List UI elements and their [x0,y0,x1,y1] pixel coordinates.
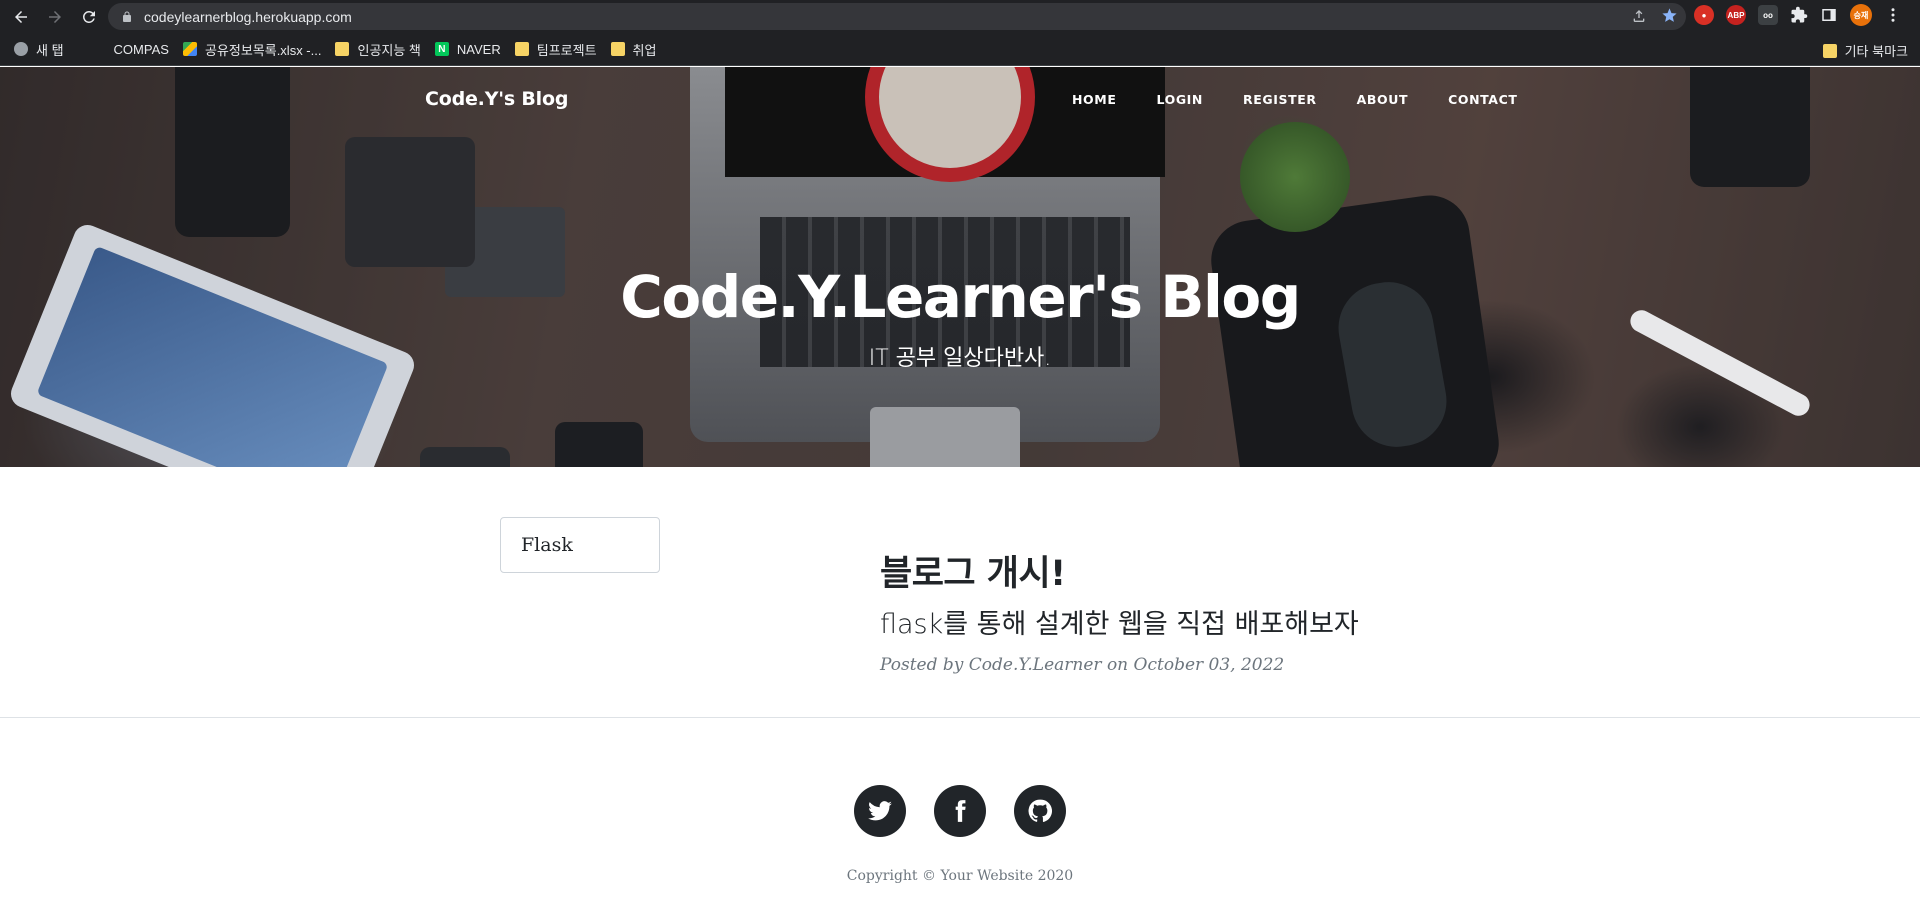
lock-icon [120,10,134,24]
naver-icon: N [434,42,449,56]
nav-link-login[interactable]: LOGIN [1156,92,1203,107]
folder-icon [335,42,350,56]
adblock-plus-label: ABP [1727,10,1745,20]
device-shape [345,137,475,267]
omnibox-actions [1631,7,1678,24]
category-filter-value: Flask [521,534,573,556]
twitter-link[interactable] [854,785,906,837]
site-subtitle: IT 공부 일상다반사. [868,346,1052,371]
back-arrow-icon [15,10,27,23]
bookmark-item[interactable]: 새 탭 [14,40,64,59]
divider [0,717,1920,718]
extension-box-icon[interactable]: oo [1758,5,1778,25]
folder-icon [1822,43,1837,58]
nav-link-register[interactable]: REGISTER [1243,92,1317,107]
reload-icon [82,10,95,23]
facebook-icon [955,800,966,822]
bookmark-item[interactable]: COMPAS [92,42,169,57]
phone-shape [555,422,643,467]
profile-avatar[interactable]: 승재 [1850,4,1872,26]
extensions-area: ● ABP oo 승재 [1694,4,1902,26]
post-subtitle[interactable]: flask를 통해 설계한 웹을 직접 배포해보자 [880,602,1520,641]
twitter-icon [868,801,892,821]
folder-icon [610,42,625,56]
folder-icon [514,42,529,56]
navbar-brand[interactable]: Code.Y's Blog [425,88,568,110]
bookmark-label: 공유정보목록.xlsx -... [204,42,322,58]
browser-toolbar: codeylearnerblog.herokuapp.com ● ABP oo … [0,0,1920,33]
nav-link-contact[interactable]: CONTACT [1448,92,1517,107]
adblock-plus-icon[interactable]: ABP [1726,5,1746,25]
post-meta: Posted by Code.Y.Learner on October 03, … [880,655,1285,675]
nav-links: HOME LOGIN REGISTER ABOUT CONTACT [1072,92,1558,107]
bookmark-label: COMPAS [113,41,169,57]
plant-shape [1240,122,1350,232]
url-text: codeylearnerblog.herokuapp.com [144,8,352,25]
globe-icon [14,42,28,56]
blank-page-icon [92,42,106,56]
kebab-menu-icon[interactable] [1884,6,1902,24]
google-drive-icon [182,42,197,56]
share-icon[interactable] [1631,8,1647,24]
post-title[interactable]: 블로그 개시! [880,545,1520,596]
trackpad-shape [870,407,1020,467]
phone-shape [420,447,510,467]
bookmark-label: 새 탭 [36,42,64,58]
bookmark-star-icon[interactable] [1661,7,1678,24]
bookmark-item[interactable]: N NAVER [434,41,501,57]
facebook-link[interactable] [934,785,986,837]
github-icon [1028,799,1053,822]
bookmark-folder[interactable]: 취업 [610,40,657,59]
back-button[interactable] [8,4,34,30]
bookmark-label: NAVER [456,41,501,57]
extension-red-icon[interactable]: ● [1694,5,1714,25]
site-title: Code.Y.Learner's Blog [620,263,1301,331]
site-navbar: Code.Y's Blog HOME LOGIN REGISTER ABOUT … [0,67,1920,131]
bookmark-label: 인공지능 책 [357,42,421,58]
forward-arrow-icon [49,10,61,23]
bookmarks-bar: 새 탭 COMPAS 공유정보목록.xlsx -... 인공지능 책 N NAV… [0,33,1920,66]
profile-avatar-label: 승재 [1853,10,1869,20]
address-bar[interactable]: codeylearnerblog.herokuapp.com [108,3,1686,30]
bookmark-label: 팀프로젝트 [536,42,597,58]
forward-button[interactable] [42,4,68,30]
other-bookmarks[interactable]: 기타 북마크 [1822,41,1908,60]
side-panel-icon[interactable] [1820,6,1838,24]
site-heading: Code.Y.Learner's Blog IT 공부 일상다반사. [0,268,1920,372]
post-preview[interactable]: 블로그 개시! flask를 통해 설계한 웹을 직접 배포해보자 Posted… [880,545,1520,675]
other-bookmarks-label: 기타 북마크 [1844,44,1908,59]
bookmark-folder[interactable]: 팀프로젝트 [514,40,597,59]
bookmark-folder[interactable]: 인공지능 책 [335,40,421,59]
github-link[interactable] [1014,785,1066,837]
copyright-text: Copyright © Your Website 2020 [846,868,1074,884]
puzzle-icon[interactable] [1790,6,1808,24]
social-links [854,785,1066,837]
category-filter-box[interactable]: Flask [500,517,660,573]
bookmark-item[interactable]: 공유정보목록.xlsx -... [182,40,322,59]
bookmark-label: 취업 [632,42,657,58]
reload-button[interactable] [76,4,102,30]
nav-link-home[interactable]: HOME [1072,92,1116,107]
nav-link-about[interactable]: ABOUT [1357,92,1409,107]
